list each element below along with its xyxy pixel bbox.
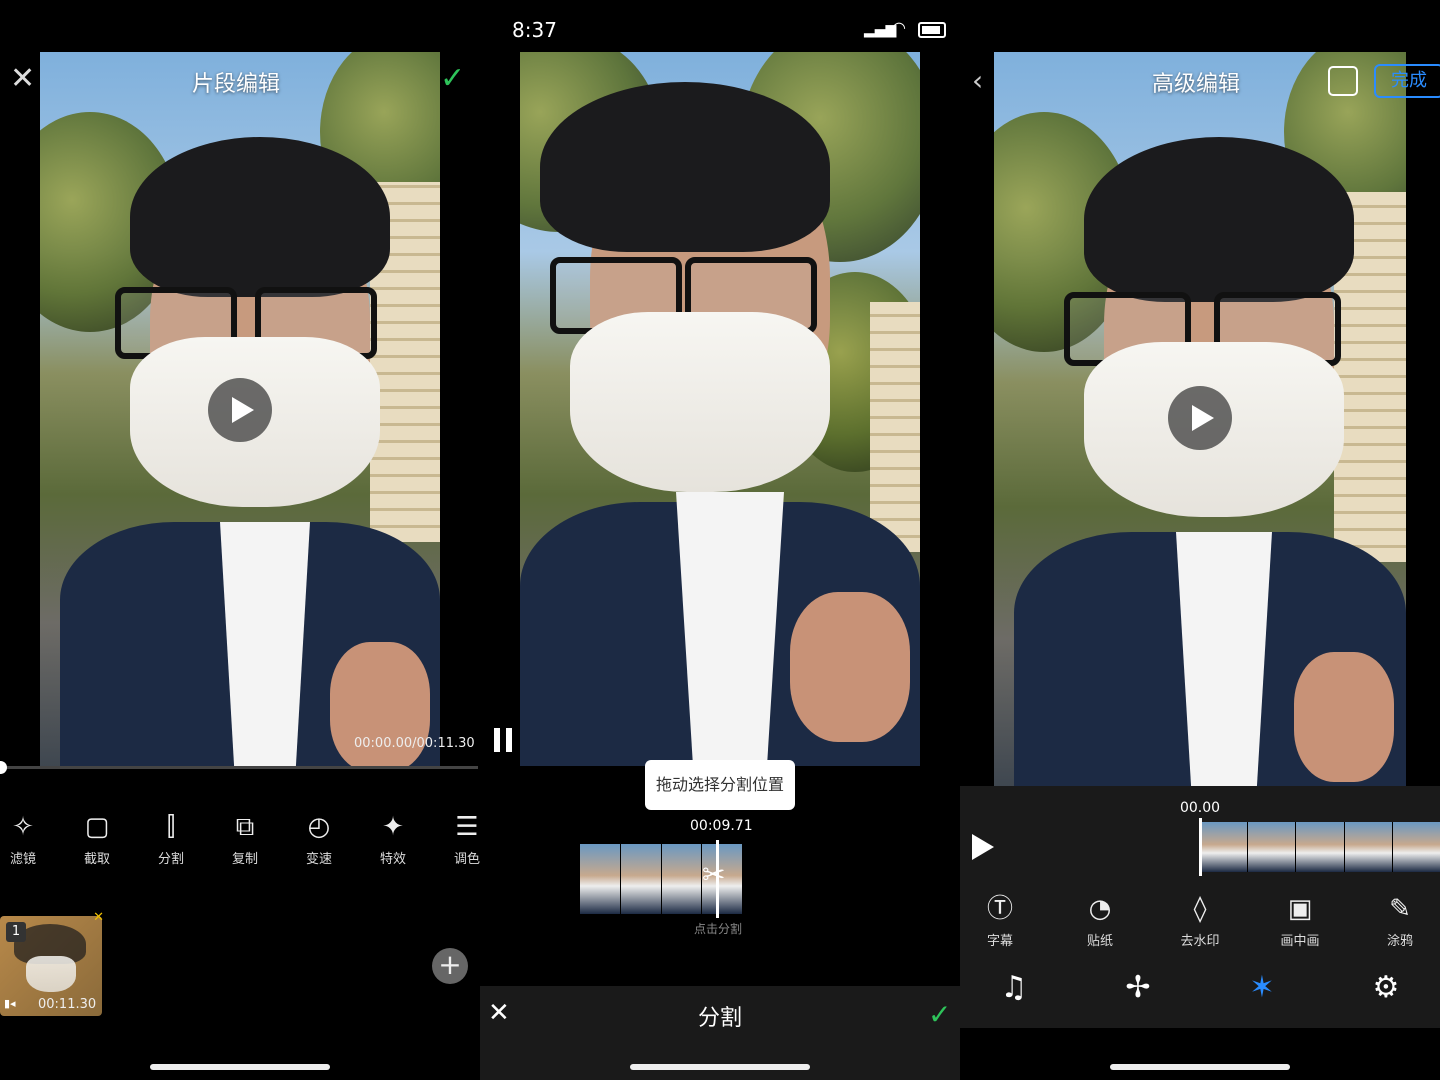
tool-drop[interactable]: ◊ 去水印 [1170,892,1230,949]
remove-clip-icon[interactable]: ✕ [93,910,104,925]
wifi-icon: ◠ [892,18,906,37]
timeline-playhead[interactable] [1199,818,1202,876]
music-tab[interactable]: ♫ [994,970,1034,1005]
status-time: 8:37 [512,18,557,42]
tool-label: 变速 [305,852,332,867]
home-indicator [630,1064,810,1070]
magic-wand-tab[interactable]: ✶ [1242,970,1282,1005]
timeline-timecode: 00.00 [1179,800,1221,816]
split-icon: ⫿ [166,812,176,842]
video-preview[interactable] [520,52,920,766]
transition-tab[interactable]: ✢ [1118,970,1158,1005]
settings-tab[interactable]: ⚙ [1366,970,1406,1005]
split-panel: 8:37 ▂▄▆ ◠ 拖动选择分割位置 00:09.71 ✂ 点击分割 ✕ 分割… [480,0,960,1080]
timeline-filmstrip[interactable] [1200,822,1440,872]
video-camera-icon: ▮◂ [4,997,16,1010]
check-icon[interactable]: ✓ [928,998,951,1031]
tool-crop[interactable]: ▢ 截取 [67,810,127,867]
tool-pip[interactable]: ▣ 画中画 [1270,892,1330,949]
tool-label: 字幕 [986,934,1013,949]
transition-icon: ✢ [1125,970,1151,1005]
timecode: 00:00.00/00:11.30 [354,736,475,751]
page-title: 高级编辑 [1152,72,1241,97]
advanced-toolbar: Ⓣ 字幕 ◔ 贴纸 ◊ 去水印 ▣ 画中画 ✎ 涂鸦 [960,886,1440,956]
close-icon[interactable]: ✕ [10,64,35,94]
play-icon[interactable] [972,834,994,860]
battery-icon [918,22,946,38]
tap-split-hint: 点击分割 [694,922,743,936]
sticker-icon: ◔ [1088,894,1112,924]
clip-thumbnail[interactable]: 1 ✕ ▮◂ 00:11.30 [0,910,104,1016]
home-indicator [150,1064,330,1070]
check-icon[interactable]: ✓ [440,64,465,94]
tool-label: 特效 [379,852,406,867]
tool-label: 贴纸 [1086,934,1113,949]
timeline-area: 00.00 [960,786,1440,886]
progress-track[interactable] [0,761,478,774]
tool-copy[interactable]: ⧉ 复制 [215,810,275,867]
advanced-editor-panel: ‹ 高级编辑 完成 00.00 Ⓣ 字幕 ◔ 贴纸 ◊ 去水印 ▣ 画中画 ✎ 涂鸦 ♫ ✢ ✶ ⚙ [960,0,1440,1080]
progress-thumb[interactable] [0,761,7,774]
tool-label: 画中画 [1280,934,1320,949]
magic-wand-icon: ✶ [1249,970,1275,1005]
pip-icon: ▣ [1287,894,1313,924]
split-timecode: 00:09.71 [690,818,753,834]
split-hint-tooltip: 拖动选择分割位置 [645,760,795,810]
tool-brush[interactable]: ✎ 涂鸦 [1370,892,1430,949]
copy-icon: ⧉ [235,812,255,842]
save-icon[interactable] [1328,66,1358,96]
tool-split[interactable]: ⫿ 分割 [141,810,201,867]
clip-duration: 00:11.30 [38,997,97,1012]
tool-label: 分割 [157,852,184,867]
drop-icon: ◊ [1193,894,1207,924]
home-indicator [1110,1064,1290,1070]
clip-editor-panel: 片段编辑 ✕ ✓ 00:00.00/00:11.30 ✧ 滤镜 ▢ 截取 ⫿ 分割 ⧉ 复制 ◴… [0,0,480,1080]
tool-label: 复制 [231,852,258,867]
tool-filter-wand[interactable]: ✧ 滤镜 [0,810,53,867]
filter-wand-icon: ✧ [12,812,34,842]
tool-label: 涂鸦 [1386,934,1413,949]
clip-index-badge: 1 [6,922,26,942]
settings-icon: ⚙ [1372,970,1400,1005]
bottom-tab-bar: ♫ ✢ ✶ ⚙ [960,956,1440,1028]
speed-icon: ◴ [307,812,331,842]
music-icon: ♫ [1000,970,1028,1005]
subtitle-icon: Ⓣ [986,894,1013,924]
tool-adjust[interactable]: ☰ 调色 [437,810,480,867]
brush-icon: ✎ [1389,894,1411,924]
tool-label: 截取 [83,852,110,867]
play-button[interactable] [1168,386,1232,450]
scissors-icon[interactable]: ✂ [702,858,725,891]
split-hint-text: 拖动选择分割位置 [655,775,784,794]
adjust-icon: ☰ [455,812,479,842]
tool-speed[interactable]: ◴ 变速 [289,810,349,867]
tool-label: 调色 [453,852,480,867]
tool-sticker[interactable]: ◔ 贴纸 [1070,892,1130,949]
play-button[interactable] [208,378,272,442]
page-title: 片段编辑 [192,72,281,97]
plus-icon[interactable]: + [432,948,468,984]
tool-effects[interactable]: ✦ 特效 [363,810,423,867]
tool-label: 滤镜 [9,852,36,867]
crop-icon: ▢ [84,812,110,842]
bar-title: 分割 [697,1006,742,1031]
chevron-left-icon[interactable]: ‹ [972,64,983,97]
done-button[interactable]: 完成 [1374,64,1440,98]
tool-subtitle[interactable]: Ⓣ 字幕 [970,892,1030,949]
pause-button[interactable] [494,728,514,752]
tool-label: 去水印 [1180,934,1220,949]
done-label: 完成 [1391,70,1427,91]
effects-icon: ✦ [382,812,404,842]
